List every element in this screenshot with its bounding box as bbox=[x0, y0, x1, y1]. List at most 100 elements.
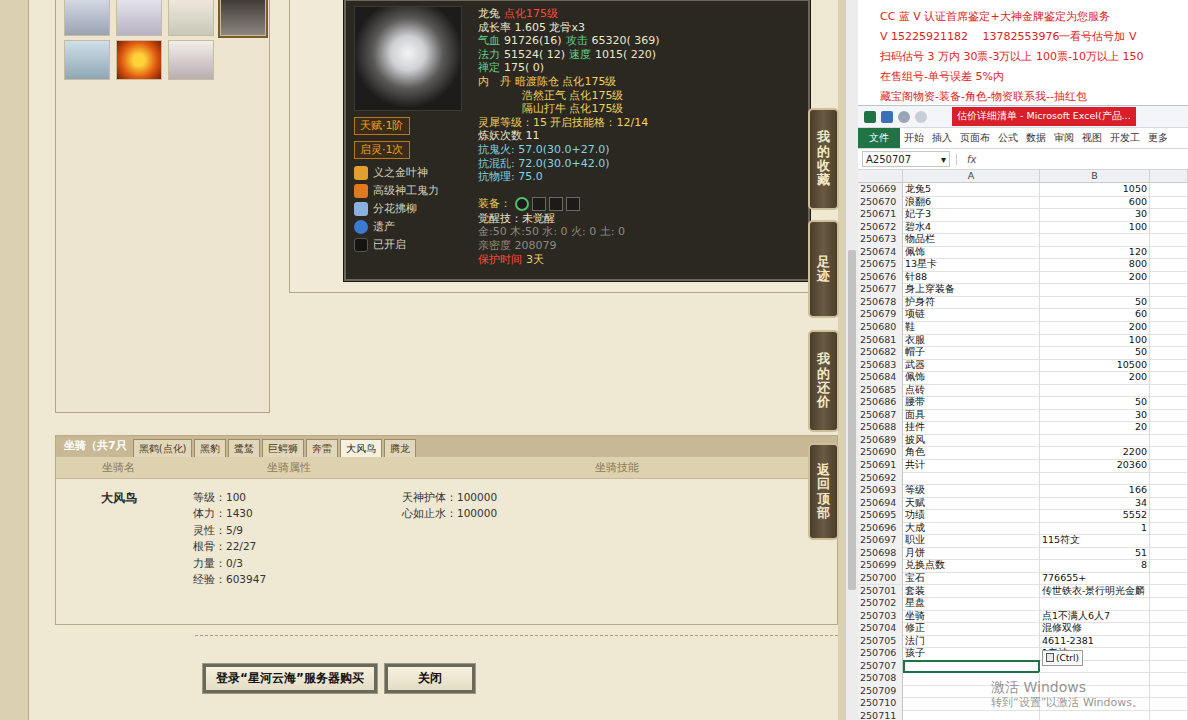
cell[interactable] bbox=[1040, 472, 1150, 486]
cell[interactable]: 浪翻6 bbox=[903, 196, 1040, 210]
row-number[interactable]: 250683 bbox=[858, 359, 903, 373]
cell[interactable] bbox=[1040, 384, 1150, 398]
cell[interactable]: 兑换点数 bbox=[903, 559, 1040, 573]
mount-tab[interactable]: 大风鸟 bbox=[340, 439, 382, 457]
row-number[interactable]: 250707 bbox=[858, 660, 903, 674]
cell[interactable] bbox=[1150, 497, 1188, 511]
row-number[interactable]: 250695 bbox=[858, 509, 903, 523]
mount-tab[interactable]: 黑鹤(点化) bbox=[133, 439, 193, 457]
cell[interactable]: 100 bbox=[1040, 334, 1150, 348]
pet-avatar[interactable] bbox=[168, 0, 214, 36]
cell[interactable]: 1050 bbox=[1040, 183, 1150, 197]
cell[interactable]: 34 bbox=[1040, 497, 1150, 511]
cell[interactable] bbox=[903, 710, 1040, 720]
cell[interactable]: 20 bbox=[1040, 421, 1150, 435]
cell[interactable]: 20360 bbox=[1040, 459, 1150, 473]
cell[interactable] bbox=[1150, 233, 1188, 247]
cell[interactable] bbox=[1150, 622, 1188, 636]
cell[interactable] bbox=[1150, 296, 1188, 310]
cell[interactable]: 800 bbox=[1040, 258, 1150, 272]
mount-tab[interactable]: 奔雷 bbox=[306, 439, 338, 457]
row-number[interactable]: 250676 bbox=[858, 271, 903, 285]
cell[interactable] bbox=[1150, 559, 1188, 573]
cell[interactable] bbox=[1150, 308, 1188, 322]
row-number[interactable]: 250697 bbox=[858, 534, 903, 548]
scroll-thumb[interactable] bbox=[848, 250, 856, 590]
cell[interactable] bbox=[1150, 610, 1188, 624]
row-number[interactable]: 250670 bbox=[858, 196, 903, 210]
cell[interactable] bbox=[1150, 672, 1188, 686]
cell[interactable]: 法门 bbox=[903, 635, 1040, 649]
cell[interactable]: 166 bbox=[1040, 484, 1150, 498]
cell[interactable]: 孩子 bbox=[903, 647, 1040, 661]
row-number[interactable]: 250703 bbox=[858, 610, 903, 624]
cell[interactable] bbox=[1150, 685, 1188, 699]
cell[interactable]: 妃子3 bbox=[903, 208, 1040, 222]
cell[interactable] bbox=[1150, 472, 1188, 486]
ribbon-tab[interactable]: 更多 bbox=[1144, 128, 1172, 148]
cell[interactable]: 8 bbox=[1040, 559, 1150, 573]
cell[interactable]: 护身符 bbox=[903, 296, 1040, 310]
cell[interactable] bbox=[1040, 434, 1150, 448]
cell[interactable] bbox=[1150, 484, 1188, 498]
pet-avatar[interactable] bbox=[116, 0, 162, 36]
cell[interactable]: 武器 bbox=[903, 359, 1040, 373]
fx-label[interactable]: fx bbox=[956, 154, 976, 165]
cell[interactable] bbox=[1150, 421, 1188, 435]
cell[interactable]: 200 bbox=[1040, 271, 1150, 285]
row-number[interactable]: 250677 bbox=[858, 283, 903, 297]
cell[interactable]: 115符文 bbox=[1040, 534, 1150, 548]
cell[interactable]: 宝石 bbox=[903, 572, 1040, 586]
cell[interactable] bbox=[1150, 334, 1188, 348]
column-header[interactable]: B bbox=[1040, 170, 1150, 182]
cell[interactable] bbox=[1150, 446, 1188, 460]
page-scrollbar[interactable] bbox=[845, 0, 858, 720]
cell[interactable]: 点砖 bbox=[903, 384, 1040, 398]
cell[interactable]: 衣服 bbox=[903, 334, 1040, 348]
row-number[interactable]: 250698 bbox=[858, 547, 903, 561]
row-number[interactable]: 250678 bbox=[858, 296, 903, 310]
row-number[interactable]: 250692 bbox=[858, 472, 903, 486]
cell[interactable]: 100 bbox=[1040, 221, 1150, 235]
cell[interactable]: 佩饰 bbox=[903, 371, 1040, 385]
pet-avatar[interactable] bbox=[220, 0, 266, 36]
cell[interactable] bbox=[1150, 208, 1188, 222]
side-button[interactable]: 返回顶部 bbox=[808, 443, 839, 540]
name-box[interactable]: A250707▾ bbox=[862, 151, 950, 167]
cell[interactable]: 龙兔5 bbox=[903, 183, 1040, 197]
row-number[interactable]: 250700 bbox=[858, 572, 903, 586]
cell[interactable] bbox=[1150, 522, 1188, 536]
side-button[interactable]: 我的收藏 bbox=[808, 108, 839, 210]
row-number[interactable]: 250671 bbox=[858, 208, 903, 222]
pet-avatar[interactable] bbox=[64, 0, 110, 36]
cell[interactable]: 帽子 bbox=[903, 346, 1040, 360]
side-button[interactable]: 我的还价 bbox=[808, 330, 839, 432]
ribbon-tab[interactable]: 视图 bbox=[1078, 128, 1106, 148]
cell[interactable]: 50 bbox=[1040, 296, 1150, 310]
cell[interactable] bbox=[1040, 710, 1150, 720]
cell[interactable] bbox=[1150, 509, 1188, 523]
row-number[interactable]: 250686 bbox=[858, 396, 903, 410]
redo-icon[interactable] bbox=[915, 111, 927, 123]
cell[interactable] bbox=[903, 472, 1040, 486]
cell[interactable]: 4611-2381 bbox=[1040, 635, 1150, 649]
cell[interactable]: 佩饰 bbox=[903, 246, 1040, 260]
row-number[interactable]: 250673 bbox=[858, 233, 903, 247]
cell[interactable] bbox=[1150, 660, 1188, 674]
close-button[interactable]: 关闭 bbox=[385, 664, 475, 693]
cell[interactable] bbox=[1150, 585, 1188, 599]
row-number[interactable]: 250704 bbox=[858, 622, 903, 636]
ribbon-tab[interactable]: 审阅 bbox=[1050, 128, 1078, 148]
ribbon-tab[interactable]: 页面布 bbox=[956, 128, 994, 148]
pet-avatar[interactable] bbox=[116, 40, 162, 80]
cell[interactable]: 鞋 bbox=[903, 321, 1040, 335]
buy-button[interactable]: 登录“星河云海”服务器购买 bbox=[203, 664, 377, 693]
paste-options-badge[interactable]: (Ctrl) bbox=[1042, 650, 1083, 666]
ribbon-tab[interactable]: 开发工 bbox=[1106, 128, 1144, 148]
row-number[interactable]: 250701 bbox=[858, 585, 903, 599]
cell[interactable] bbox=[1150, 597, 1188, 611]
cell[interactable]: 挂件 bbox=[903, 421, 1040, 435]
row-number[interactable]: 250699 bbox=[858, 559, 903, 573]
row-number[interactable]: 250694 bbox=[858, 497, 903, 511]
mount-tab[interactable]: 巨鳄狮 bbox=[262, 439, 304, 457]
